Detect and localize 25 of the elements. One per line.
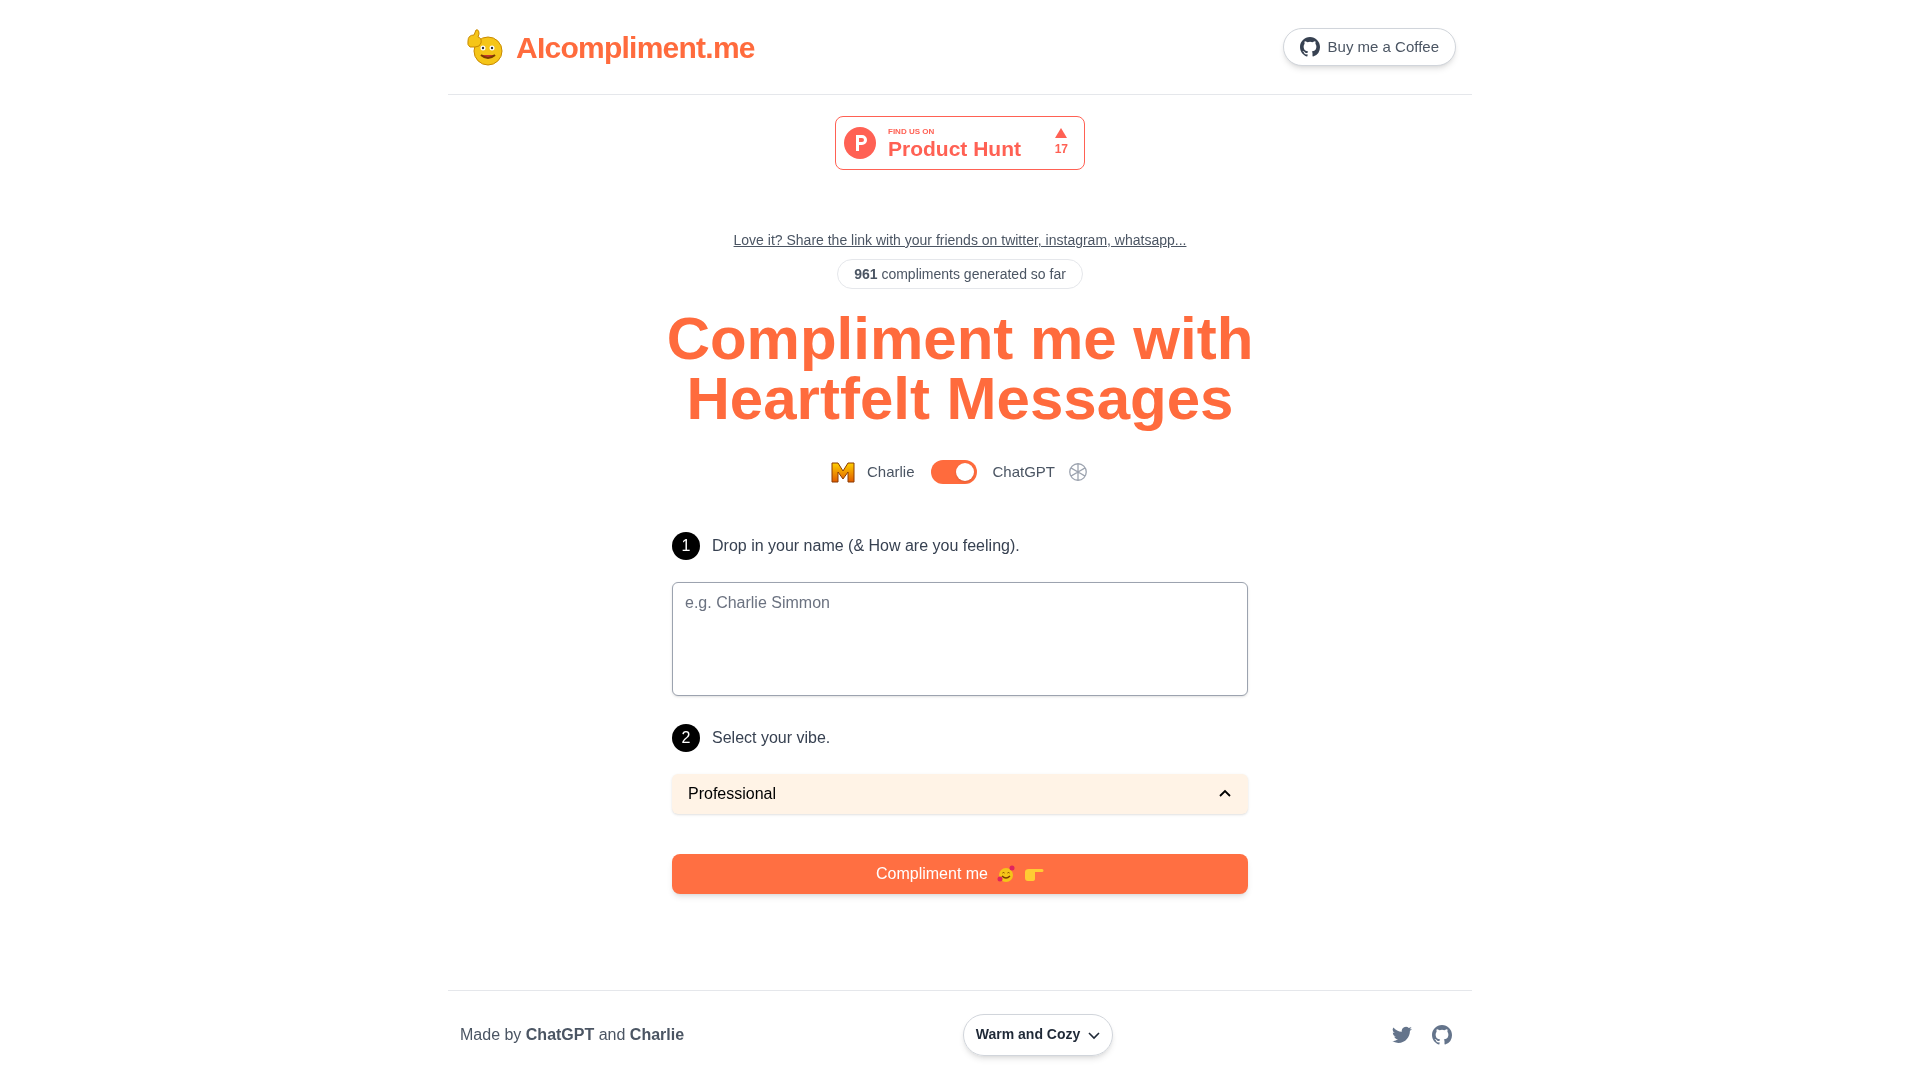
step-number: 2 (672, 724, 700, 752)
step-label: Select your vibe. (712, 728, 831, 748)
thumbs-up-smiley-icon (464, 27, 504, 67)
github-icon[interactable] (1432, 1024, 1452, 1045)
page-heading: Compliment me with (666, 309, 1254, 369)
buy-coffee-button[interactable]: Buy me a Coffee (1282, 28, 1456, 66)
step-label: Drop in your name (& How are you feeling). (712, 536, 1020, 556)
toggle-label: Charlie (866, 461, 915, 482)
badge-kicker: FIND US ON (888, 127, 936, 136)
twitter-icon[interactable] (1392, 1025, 1412, 1044)
credit-text: Made by ChatGPT and Charlie (460, 1024, 685, 1045)
pointing-hand-icon (1024, 866, 1044, 882)
toggle-label: ChatGPT (992, 461, 1056, 482)
share-link[interactable]: Love it? Share the link with your friends on twitter, instagram, whatsapp... (733, 230, 1187, 251)
badge-title: Product Hunt (888, 137, 1021, 159)
upvote-icon (1055, 128, 1068, 138)
github-icon (1299, 37, 1320, 57)
upvote-count: 17 (1054, 141, 1068, 158)
step-number: 1 (672, 532, 700, 560)
model-toggle[interactable] (930, 460, 977, 484)
vibe-select[interactable]: Professional (672, 774, 1248, 814)
letter-m-icon (830, 460, 855, 484)
product-hunt-logo-icon (844, 127, 876, 159)
hugging-face-emoji-icon (996, 864, 1016, 884)
name-textarea[interactable]: e.g. Charlie Simmon (672, 582, 1248, 696)
